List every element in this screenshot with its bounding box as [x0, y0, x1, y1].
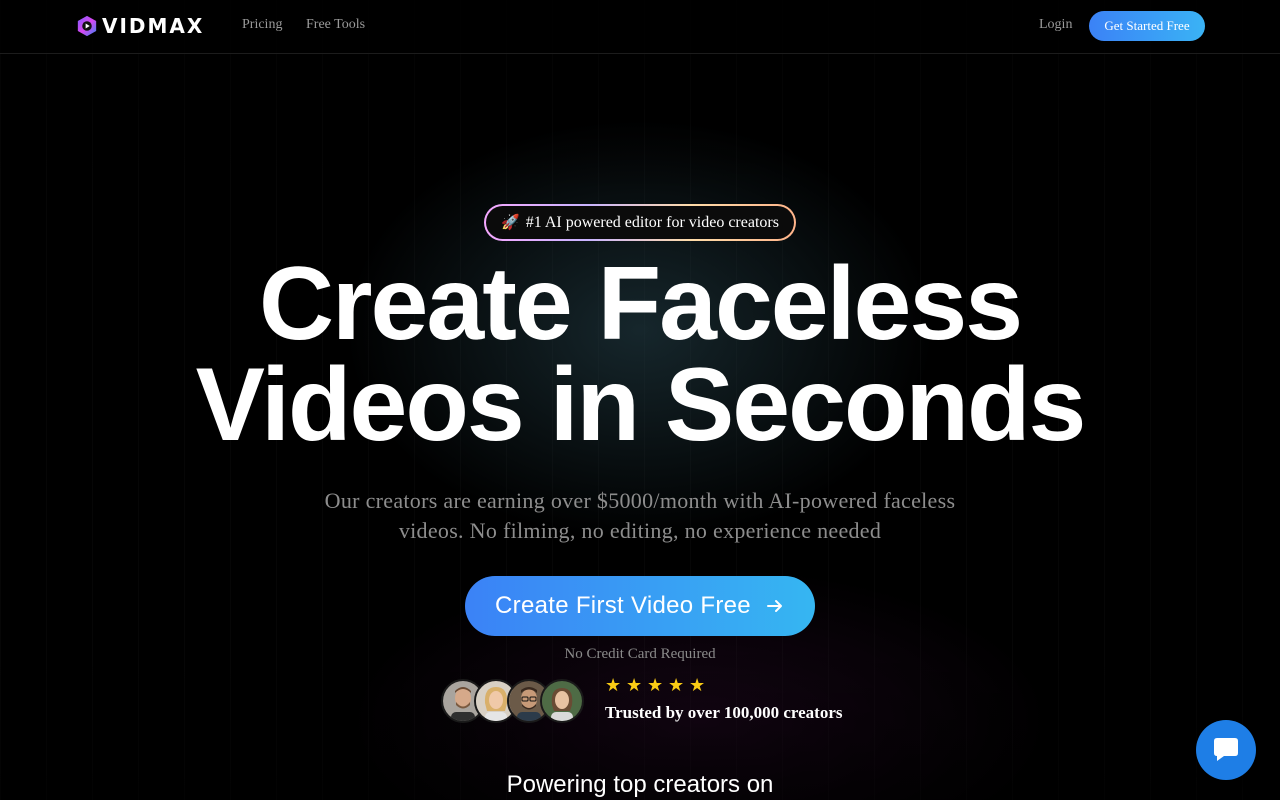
- create-first-video-button[interactable]: Create First Video Free: [465, 576, 815, 636]
- vidmax-logo-icon: [77, 15, 97, 37]
- star-icon: ★: [605, 675, 622, 696]
- brand-logo[interactable]: VIDMAX: [76, 14, 204, 38]
- star-icon: ★: [647, 675, 664, 696]
- powering-creators-heading: Powering top creators on: [506, 771, 774, 798]
- nav-pricing-link[interactable]: Pricing: [242, 17, 282, 33]
- get-started-button[interactable]: Get Started Free: [1089, 11, 1205, 41]
- hero-subheadline: Our creators are earning over $5000/mont…: [324, 488, 956, 543]
- hero-headline-line-1: Create Faceless: [258, 246, 1023, 362]
- star-icon: ★: [689, 675, 706, 696]
- nav-free-tools-link[interactable]: Free Tools: [306, 17, 365, 33]
- chat-button[interactable]: [1196, 720, 1256, 780]
- login-link[interactable]: Login: [1039, 17, 1072, 33]
- creator-avatars: [441, 679, 591, 723]
- hero-headline-line-2: Videos in Seconds: [195, 347, 1087, 463]
- hero-headline: Create Faceless Videos in Seconds: [0, 252, 1280, 457]
- hero-badge-inner: 🚀 #1 AI powered editor for video creator…: [486, 206, 794, 239]
- trusted-by-text: Trusted by over 100,000 creators: [605, 703, 843, 722]
- hero-badge-text: #1 AI powered editor for video creators: [525, 213, 779, 231]
- avatar: [540, 679, 584, 723]
- cta-label: Create First Video Free: [495, 592, 751, 619]
- chat-bubble-icon: [1214, 738, 1238, 761]
- rating-stars: ★ ★ ★ ★ ★: [605, 675, 710, 696]
- brand-name: VIDMAX: [102, 14, 205, 38]
- no-credit-card-note: No Credit Card Required: [564, 646, 716, 662]
- avatar-image: [542, 681, 582, 721]
- rocket-icon: 🚀: [501, 215, 520, 231]
- star-icon: ★: [668, 675, 685, 696]
- hero-badge: 🚀 #1 AI powered editor for video creator…: [484, 204, 796, 241]
- arrow-right-icon: [766, 600, 782, 612]
- top-navigation: VIDMAX Pricing Free Tools Login Get Star…: [0, 0, 1280, 54]
- landing-page: VIDMAX Pricing Free Tools Login Get Star…: [0, 0, 1280, 800]
- star-icon: ★: [626, 675, 643, 696]
